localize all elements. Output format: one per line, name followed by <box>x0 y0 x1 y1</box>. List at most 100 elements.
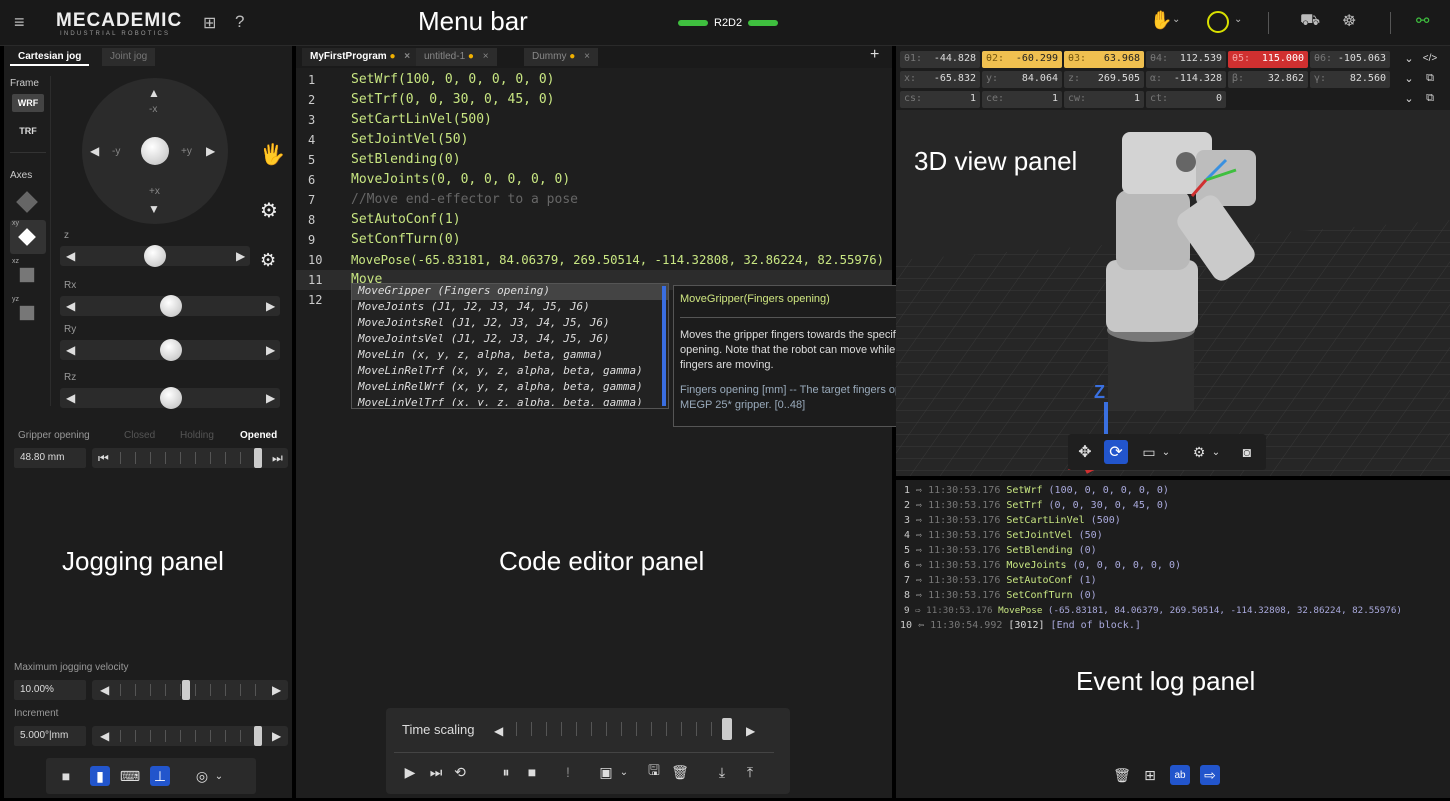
gripper-state-closed[interactable]: Closed <box>124 430 155 441</box>
code-line[interactable]: 2 SetTrf(0, 0, 30, 0, 45, 0) <box>296 90 892 110</box>
code-line[interactable]: 10 MovePose(-65.83181, 84.06379, 269.5051… <box>296 250 892 270</box>
home-icon[interactable] <box>1207 11 1229 33</box>
stop-icon[interactable]: ■ <box>58 768 74 784</box>
code-line[interactable]: 4 SetJointVel(50) <box>296 130 892 150</box>
max-velocity-slider[interactable]: ◀ ▶ <box>92 680 288 700</box>
autocomplete-item[interactable]: MoveLinRelWrf (x, y, z, alpha, beta, gam… <box>352 380 668 396</box>
add-tab-icon[interactable]: + <box>870 46 879 64</box>
gripper-opening-slider[interactable]: ⏮ ⏭ <box>92 448 288 468</box>
tab-cartesian-jog[interactable]: Cartesian jog <box>10 48 90 66</box>
mouse-icon[interactable]: ▮ <box>90 766 110 786</box>
chevron-down-icon[interactable]: ⌄ <box>618 762 630 782</box>
trash-icon[interactable]: 🗑 <box>670 762 690 782</box>
gripper-state-holding[interactable]: Holding <box>180 430 214 441</box>
code-line[interactable]: 9 SetConfTurn(0) <box>296 230 892 250</box>
close-icon[interactable]: × <box>483 51 489 62</box>
autocomplete-item[interactable]: MoveLin (x, y, z, alpha, beta, gamma) <box>352 348 668 364</box>
arrow-down-icon[interactable]: ▼ <box>148 202 160 216</box>
log-entry[interactable]: 5 ⇨ 11:30:53.176 SetBlending (0) <box>904 544 1097 558</box>
move-icon[interactable]: ✥ <box>1074 441 1096 463</box>
robot-connection-status[interactable]: R2D2 <box>678 17 779 29</box>
chevron-down-icon[interactable]: ⌄ <box>212 766 226 786</box>
log-entry[interactable]: 8 ⇨ 11:30:53.176 SetConfTurn (0) <box>904 589 1097 603</box>
trf-button[interactable]: TRF <box>12 122 44 140</box>
show-sent-icon[interactable]: ⇨ <box>1200 765 1220 785</box>
log-entry[interactable]: 3 ⇨ 11:30:53.176 SetCartLinVel (500) <box>904 514 1121 528</box>
view-xy-button[interactable]: xy <box>10 220 46 254</box>
log-entry[interactable]: 4 ⇨ 11:30:53.176 SetJointVel (50) <box>904 529 1103 543</box>
target-icon[interactable]: ◎ <box>192 766 212 786</box>
log-entry[interactable]: 10 ⇦ 11:30:54.992 [3012] [End of block.] <box>900 619 1141 633</box>
slider-rz[interactable]: ◀ ▶ <box>60 387 280 409</box>
copy-icon[interactable]: ⧉ <box>1422 70 1438 86</box>
time-scaling-handle[interactable] <box>722 718 732 740</box>
arrow-up-icon[interactable]: ▲ <box>148 86 160 100</box>
camera-view-icon[interactable]: ▭ <box>1138 441 1160 463</box>
stamp-icon[interactable]: ⊥ <box>150 766 170 786</box>
autocomplete-list[interactable]: MoveGripper (Fingers opening) MoveJoints… <box>351 283 669 409</box>
jog-pad[interactable]: ▲ -x ◀ -y +y ▶ +x ▼ <box>82 78 228 224</box>
arrow-left-icon[interactable]: ◀ <box>66 343 75 357</box>
arrow-left-icon[interactable]: ◀ <box>494 724 503 738</box>
slider-knob[interactable] <box>160 387 182 409</box>
arrow-right-icon[interactable]: ▶ <box>746 724 755 738</box>
upload-icon[interactable]: ⤒ <box>740 762 760 782</box>
log-entry[interactable]: 9 ⇨ 11:30:53.176 MovePose (-65.83181, 84… <box>904 604 1402 618</box>
arrow-right-icon[interactable]: ▶ <box>266 299 275 313</box>
autocomplete-item[interactable]: MoveJointsRel (J1, J2, J3, J4, J5, J6) <box>352 316 668 332</box>
code-line[interactable]: 3 SetCartLinVel(500) <box>296 110 892 130</box>
autocomplete-item[interactable]: MoveJoints (J1, J2, J3, J4, J5, J6) <box>352 300 668 316</box>
log-entry[interactable]: 6 ⇨ 11:30:53.176 MoveJoints (0, 0, 0, 0,… <box>904 559 1181 573</box>
slider-knob[interactable] <box>160 295 182 317</box>
code-icon[interactable]: </> <box>1422 50 1438 66</box>
teach-pendant-icon[interactable]: ⌨ <box>120 766 140 786</box>
slider-z[interactable]: ◀ ▶ <box>60 245 250 267</box>
chevron-down-icon[interactable]: ⌄ <box>1402 70 1416 86</box>
settings-icon[interactable]: ⚙ <box>1188 441 1210 463</box>
arrow-left-icon[interactable]: ◀ <box>66 299 75 313</box>
arrow-left-icon[interactable]: ◀ <box>100 729 109 743</box>
slider-ry[interactable]: ◀ ▶ <box>60 339 280 361</box>
folder-code-icon[interactable]: ▣ <box>596 762 616 782</box>
arrow-right-icon[interactable]: ▶ <box>272 729 281 743</box>
increment-slider-handle[interactable] <box>254 726 262 746</box>
code-line[interactable]: 1 SetWrf(100, 0, 0, 0, 0, 0) <box>296 70 892 90</box>
arrow-right-icon[interactable]: ▶ <box>266 343 275 357</box>
add-marker-icon[interactable]: ⊞ <box>1140 765 1160 785</box>
arrow-right-icon[interactable]: ▶ <box>272 683 281 697</box>
arrow-right-icon[interactable]: ▶ <box>236 249 245 263</box>
help-button[interactable]: ? <box>235 12 244 32</box>
gripper-slider-handle[interactable] <box>254 448 262 468</box>
hamburger-menu-icon[interactable]: ≡ <box>14 12 25 33</box>
arrow-left-icon[interactable]: ◀ <box>100 683 109 697</box>
increment-value[interactable]: 5.000°|mm <box>14 726 86 746</box>
robot-icon[interactable]: ⛟ <box>1300 11 1320 31</box>
tab-untitled-1[interactable]: untitled-1 ● × <box>416 48 497 66</box>
hand-icon[interactable]: ✋ <box>1150 10 1172 31</box>
skip-forward-icon[interactable]: ⏭ <box>272 451 283 466</box>
code-line[interactable]: 7//Move end-effector to a pose <box>296 190 892 210</box>
gripper-tool-icon[interactable]: ⚙ <box>260 198 278 223</box>
autocomplete-item[interactable]: MoveLinRelTrf (x, y, z, alpha, beta, gam… <box>352 364 668 380</box>
log-entry[interactable]: 7 ⇨ 11:30:53.176 SetAutoConf (1) <box>904 574 1097 588</box>
chevron-down-icon[interactable]: ⌄ <box>1160 441 1172 463</box>
autocomplete-item[interactable]: MoveGripper (Fingers opening) <box>352 284 668 300</box>
max-velocity-value[interactable]: 10.00% <box>14 680 86 700</box>
gripper-open-icon[interactable]: 🖐 <box>260 142 285 167</box>
arrow-left-icon[interactable]: ◀ <box>90 144 99 158</box>
tab-myfirstprogram[interactable]: MyFirstProgram ● × <box>302 48 419 66</box>
tab-joint-jog[interactable]: Joint jog <box>102 48 156 66</box>
chevron-down-icon[interactable]: ⌄ <box>1172 14 1180 25</box>
autocomplete-item[interactable]: MoveLinVelTrf (x, y, z, alpha, beta, gam… <box>352 396 668 406</box>
code-line[interactable]: 8 SetAutoConf(1) <box>296 210 892 230</box>
connection-icon[interactable]: ⚯ <box>1416 11 1429 31</box>
velocity-slider-handle[interactable] <box>182 680 190 700</box>
code-line[interactable]: 6 MoveJoints(0, 0, 0, 0, 0, 0) <box>296 170 892 190</box>
chevron-down-icon[interactable]: ⌄ <box>1402 50 1416 66</box>
code-line[interactable]: 5 SetBlending(0) <box>296 150 892 170</box>
jog-pad-knob[interactable] <box>141 137 169 165</box>
arrow-right-icon[interactable]: ▶ <box>266 391 275 405</box>
chevron-down-icon[interactable]: ⌄ <box>1402 90 1416 106</box>
rotate-icon[interactable]: ⟳ <box>1104 440 1128 464</box>
close-icon[interactable]: × <box>404 51 410 62</box>
